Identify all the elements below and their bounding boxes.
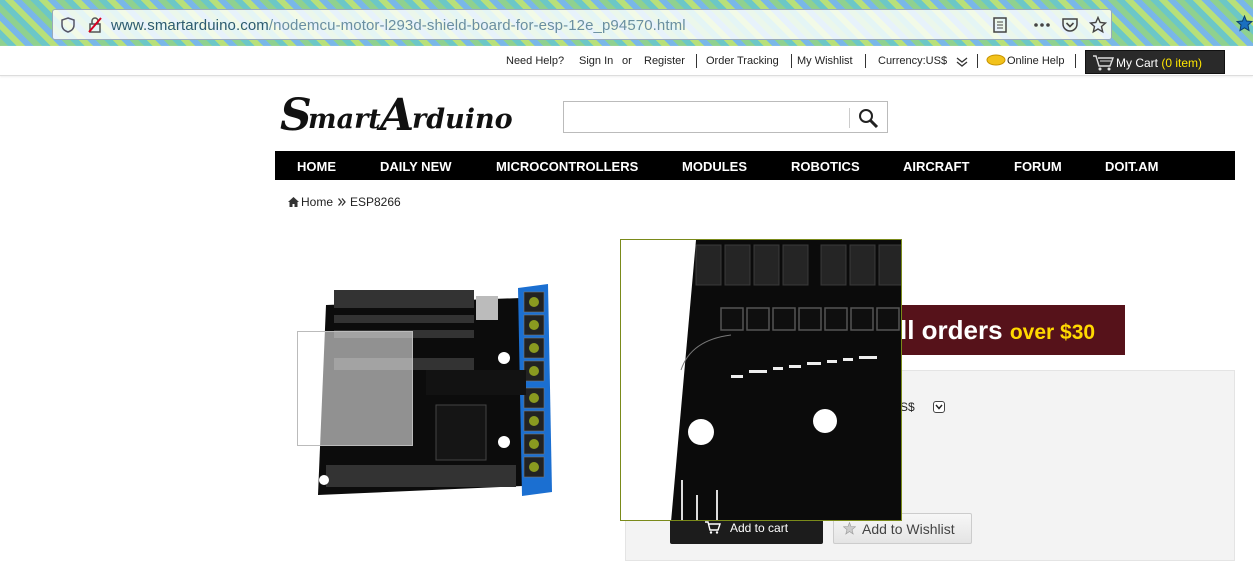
or-text: or: [622, 55, 632, 67]
svg-text:rduino: rduino: [412, 104, 513, 135]
sign-in-link[interactable]: Sign In: [579, 55, 613, 67]
nav-item-forum[interactable]: FORUM: [1014, 159, 1062, 174]
search-input[interactable]: [568, 106, 843, 128]
cart-icon: [705, 521, 721, 534]
svg-text:S: S: [280, 90, 312, 138]
breadcrumb-home[interactable]: Home: [301, 195, 333, 209]
top-utility-bar: Need Help? Sign In or Register Order Tra…: [0, 46, 1253, 76]
svg-text:mart: mart: [308, 104, 381, 135]
wishlist-link[interactable]: My Wishlist: [797, 55, 853, 67]
nav-item-modules[interactable]: MODULES: [682, 159, 747, 174]
svg-text:A: A: [376, 90, 414, 138]
promo-highlight: over $30: [1009, 321, 1096, 344]
divider: [1075, 54, 1076, 68]
online-help-link[interactable]: Online Help: [1007, 55, 1064, 67]
breadcrumb-current: ESP8266: [350, 195, 401, 209]
divider: [977, 54, 978, 68]
nav-item-doit-am[interactable]: DOIT.AM: [1105, 159, 1158, 174]
url-domain: www.smartarduino.com: [111, 17, 269, 34]
currency-dropdown[interactable]: [933, 401, 945, 413]
shield-icon[interactable]: [61, 17, 75, 33]
chevron-down-icon[interactable]: [956, 57, 968, 67]
search-icon[interactable]: [857, 107, 879, 129]
divider: [865, 54, 866, 68]
add-to-wishlist-label: Add to Wishlist: [862, 521, 955, 537]
cart-count: (0 item): [1161, 56, 1203, 70]
order-tracking-link[interactable]: Order Tracking: [706, 55, 779, 67]
chevron-down-icon: [935, 404, 943, 410]
zoom-lens[interactable]: [297, 331, 413, 446]
chat-bubble-icon[interactable]: [986, 54, 1006, 66]
divider: [849, 108, 850, 128]
nav-item-home[interactable]: HOME: [297, 159, 336, 174]
search-box[interactable]: [563, 101, 888, 133]
url-bar[interactable]: www.smartarduino.com/nodemcu-motor-l293d…: [52, 9, 1112, 40]
cart-icon: [1093, 55, 1114, 71]
more-icon[interactable]: [1033, 16, 1051, 34]
currency-selector[interactable]: Currency:US$: [878, 55, 947, 67]
zoom-window: [620, 239, 902, 521]
star-icon: [843, 522, 856, 535]
my-cart-button[interactable]: My Cart (0 item): [1085, 50, 1225, 74]
add-to-cart-label: Add to cart: [730, 521, 789, 535]
url-path: /nodemcu-motor-l293d-shield-board-for-es…: [268, 17, 686, 34]
smartarduino-logo[interactable]: S mart A rduino: [280, 88, 540, 138]
url-text[interactable]: www.smartarduino.com/nodemcu-motor-l293d…: [111, 17, 686, 34]
divider: [791, 54, 792, 68]
promo-text: ll orders: [900, 315, 1003, 345]
zoom-image: [671, 240, 901, 520]
home-icon: [288, 197, 299, 207]
main-nav: HOME DAILY NEW MICROCONTROLLERS MODULES …: [275, 151, 1235, 180]
insecure-lock-icon[interactable]: [87, 17, 103, 33]
register-link[interactable]: Register: [644, 55, 685, 67]
promo-banner[interactable]: ll orders over $30: [890, 305, 1125, 355]
currency-fragment: S$: [900, 400, 915, 414]
nav-item-aircraft[interactable]: AIRCRAFT: [903, 159, 969, 174]
bookmark-star-icon[interactable]: [1089, 16, 1107, 34]
cart-label: My Cart: [1116, 56, 1158, 70]
need-help-link[interactable]: Need Help?: [506, 55, 564, 67]
pocket-icon[interactable]: [1061, 16, 1079, 34]
divider: [696, 54, 697, 68]
nav-item-microcontrollers[interactable]: MICROCONTROLLERS: [496, 159, 638, 174]
extension-icon[interactable]: [1236, 15, 1253, 32]
nav-item-daily-new[interactable]: DAILY NEW: [380, 159, 452, 174]
reader-view-icon[interactable]: [991, 16, 1009, 34]
nav-item-robotics[interactable]: ROBOTICS: [791, 159, 860, 174]
double-chevron-right-icon: [338, 198, 346, 206]
